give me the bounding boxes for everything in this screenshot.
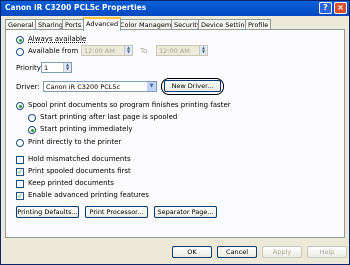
- hold-mismatched-checkbox[interactable]: [16, 156, 24, 164]
- enable-advanced-checkbox[interactable]: ✓: [16, 192, 24, 200]
- print-direct-label: Print directly to the printer: [28, 138, 122, 146]
- print-spooled-first-checkbox[interactable]: ✓: [16, 168, 24, 176]
- keep-printed-label: Keep printed documents: [28, 179, 114, 187]
- to-label: To: [140, 47, 148, 55]
- available-from-radio[interactable]: [16, 48, 24, 56]
- print-processor-button[interactable]: Print Processor...: [85, 206, 148, 218]
- tab-advanced[interactable]: Advanced: [83, 17, 122, 31]
- print-spooled-first-label: Print spooled documents first: [28, 167, 131, 175]
- to-time-spinner[interactable]: ▲ ▼: [199, 46, 207, 55]
- advanced-panel: Always available Available from 12:00 AM…: [5, 29, 345, 238]
- priority-spinner[interactable]: ▲ ▼: [63, 63, 71, 72]
- apply-button[interactable]: Apply: [262, 246, 302, 258]
- to-time-value: 12:00 AM: [159, 47, 190, 55]
- priority-field[interactable]: 1 ▲ ▼: [41, 62, 72, 73]
- keep-printed-checkbox[interactable]: [16, 180, 24, 188]
- separator-page-button[interactable]: Separator Page...: [154, 206, 217, 218]
- spool-radio[interactable]: [16, 102, 24, 110]
- title-bar: Canon iR C3200 PCL5c Properties ? ×: [1, 1, 349, 16]
- help-button[interactable]: Help: [307, 246, 347, 258]
- spool-label: Spool print documents so program finishe…: [28, 101, 231, 109]
- chevron-down-icon[interactable]: ▼: [147, 82, 156, 91]
- priority-label: Priority:: [16, 64, 43, 72]
- new-driver-button[interactable]: New Driver...: [164, 80, 221, 92]
- driver-value: Canon iR C3200 PCL5c: [46, 83, 121, 91]
- start-after-last-page-radio[interactable]: [28, 114, 36, 122]
- start-immediately-label: Start printing immediately: [40, 125, 133, 133]
- enable-advanced-label: Enable advanced printing features: [28, 191, 149, 199]
- printer-properties-window: Canon iR C3200 PCL5c Properties ? × Gene…: [0, 0, 350, 265]
- start-immediately-radio[interactable]: [28, 126, 36, 134]
- driver-label: Driver:: [16, 83, 40, 91]
- window-title: Canon iR C3200 PCL5c Properties: [5, 3, 147, 12]
- print-direct-radio[interactable]: [16, 139, 24, 147]
- close-icon[interactable]: ×: [334, 2, 347, 14]
- ok-button[interactable]: OK: [172, 246, 212, 258]
- from-time-spinner[interactable]: ▲ ▼: [124, 46, 132, 55]
- from-time-value: 12:00 AM: [84, 47, 115, 55]
- cancel-button[interactable]: Cancel: [217, 246, 257, 258]
- always-available-label: Always available: [28, 35, 87, 43]
- start-after-last-page-label: Start printing after last page is spoole…: [40, 113, 178, 121]
- from-time-field[interactable]: 12:00 AM ▲ ▼: [81, 45, 133, 56]
- driver-dropdown[interactable]: Canon iR C3200 PCL5c ▼: [43, 81, 157, 92]
- priority-value: 1: [44, 64, 49, 72]
- available-from-label: Available from: [28, 47, 79, 55]
- hold-mismatched-label: Hold mismatched documents: [28, 155, 131, 163]
- printing-defaults-button[interactable]: Printing Defaults...: [16, 206, 79, 218]
- help-icon[interactable]: ?: [319, 2, 332, 14]
- to-time-field[interactable]: 12:00 AM ▲ ▼: [156, 45, 208, 56]
- always-available-radio[interactable]: [16, 36, 24, 44]
